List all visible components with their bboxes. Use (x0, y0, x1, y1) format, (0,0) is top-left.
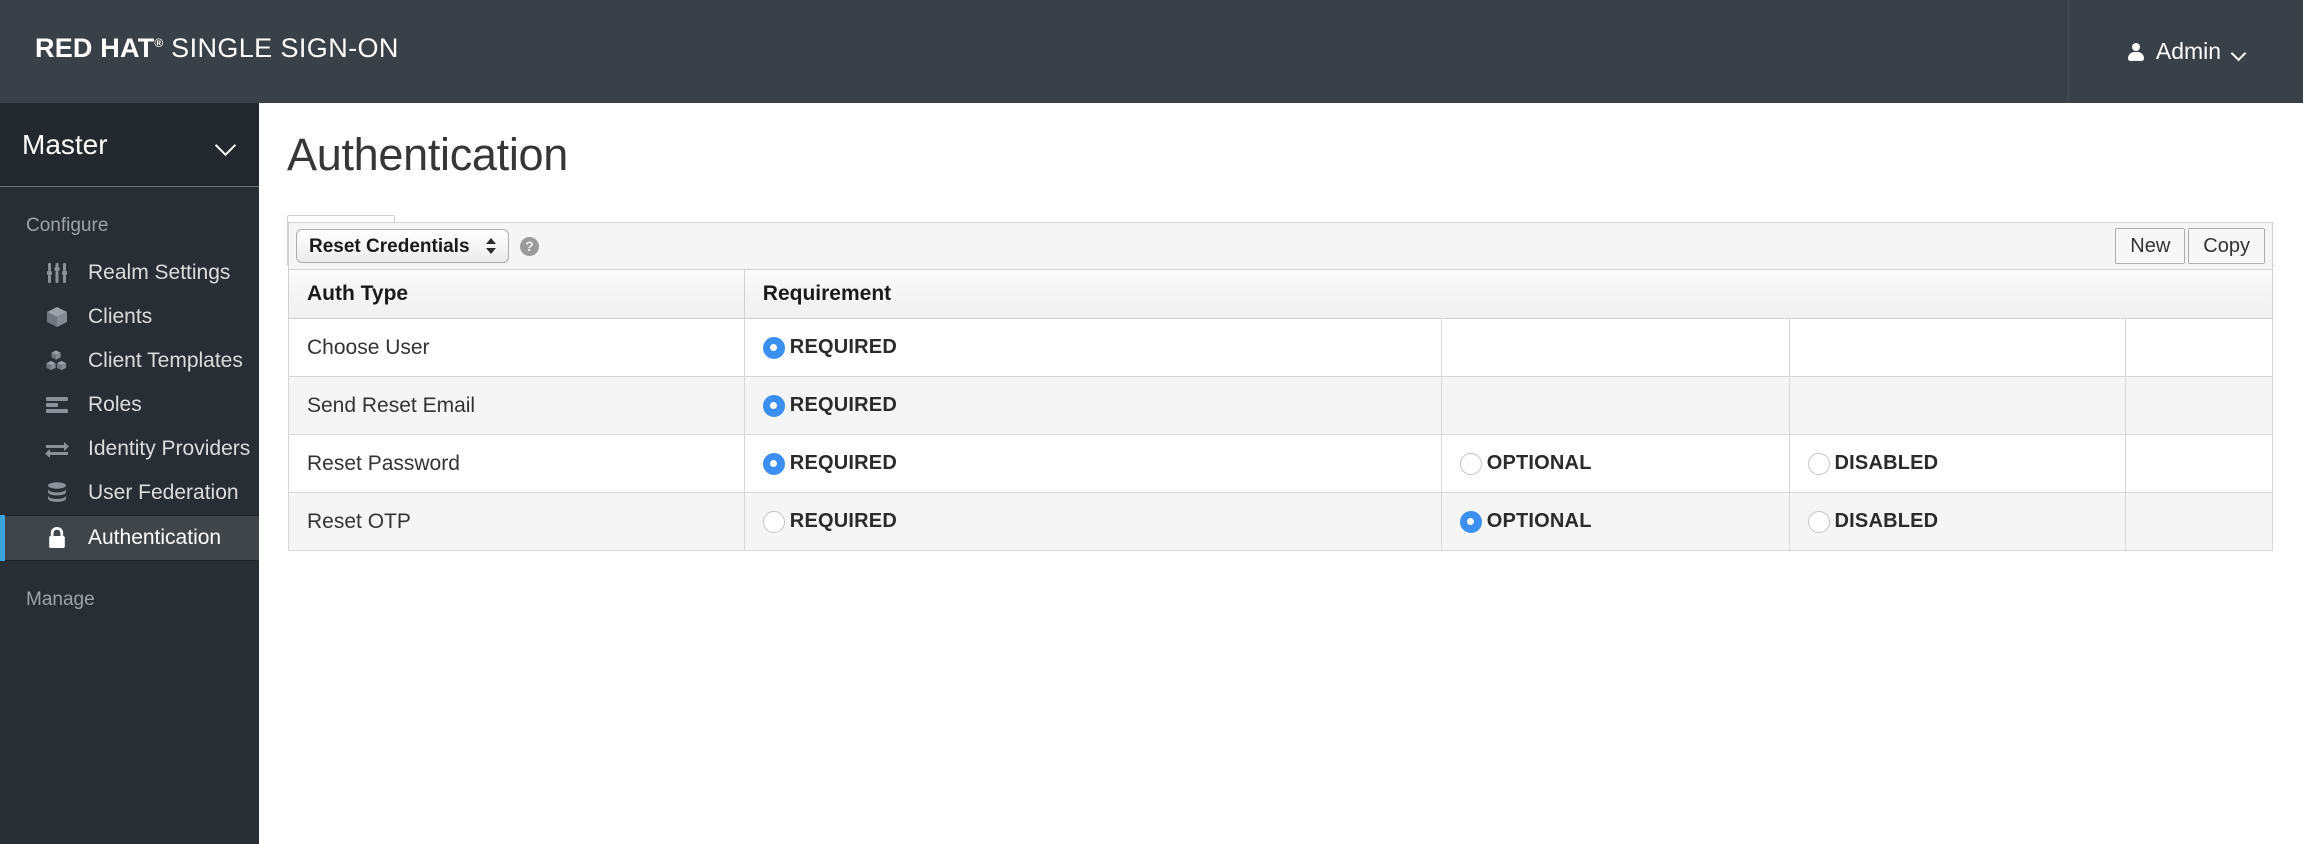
radio-label[interactable]: OPTIONAL (1487, 510, 1592, 533)
sidebar-item-client-templates[interactable]: Client Templates (0, 339, 259, 383)
radio-label[interactable]: OPTIONAL (1487, 452, 1592, 475)
sidebar-section-manage: Manage (26, 589, 95, 610)
radio-label[interactable]: REQUIRED (790, 452, 897, 475)
cubes-icon (44, 348, 70, 374)
requirement-radio-group[interactable]: DISABLED (1807, 510, 2126, 533)
flow-select-wrapper: Reset Credentials (296, 229, 509, 263)
brand-logo: RED HAT® SINGLE SIGN-ON (35, 33, 399, 64)
user-menu-label: Admin (2155, 38, 2222, 64)
requirement-cell (1440, 318, 1790, 377)
table-header-row: Auth Type Requirement (288, 270, 2274, 319)
requirement-cell: DISABLED (1788, 492, 2127, 551)
requirement-cell: OPTIONAL (1440, 434, 1790, 493)
table-row: Reset OTP REQUIRED OPTIONAL DISABLED (288, 492, 2273, 551)
requirement-radio-group[interactable]: OPTIONAL (1459, 510, 1789, 533)
radio-label[interactable]: REQUIRED (790, 394, 897, 417)
sidebar-section-configure: Configure (26, 215, 109, 236)
requirement-cell: REQUIRED (743, 376, 1442, 435)
radio-required-icon[interactable] (762, 510, 785, 533)
sidebar-item-identity-providers[interactable]: Identity Providers (0, 427, 259, 471)
sidebar-item-authentication[interactable]: Authentication (0, 515, 259, 561)
realm-selector[interactable]: Master (0, 103, 259, 187)
lock-icon (44, 525, 70, 551)
brand-redhat-text: RED HAT (35, 33, 155, 63)
requirement-radio-group[interactable]: REQUIRED (762, 452, 1441, 475)
requirement-radio-group[interactable]: DISABLED (1807, 452, 2126, 475)
database-icon (44, 480, 70, 506)
requirement-cell (1788, 318, 2127, 377)
copy-button[interactable]: Copy (2188, 228, 2265, 264)
requirement-radio-group[interactable]: OPTIONAL (1459, 452, 1789, 475)
requirement-cell: DISABLED (1788, 434, 2127, 493)
row-actions-cell (2125, 318, 2273, 377)
row-actions-cell (2125, 376, 2273, 435)
column-header-auth-type: Auth Type (288, 270, 745, 319)
radio-optional-icon[interactable] (1459, 510, 1482, 533)
table-row: Choose User REQUIRED (288, 318, 2273, 377)
sidebar-item-label: Realm Settings (88, 261, 231, 284)
sidebar-item-label: User Federation (88, 481, 239, 504)
row-actions-cell (2125, 434, 2273, 493)
radio-label[interactable]: DISABLED (1835, 510, 1939, 533)
auth-type-cell: Choose User (288, 318, 745, 377)
new-button[interactable]: New (2115, 228, 2186, 264)
requirement-cell: REQUIRED (743, 318, 1442, 377)
requirement-cell: REQUIRED (743, 434, 1442, 493)
radio-disabled-icon[interactable] (1807, 510, 1830, 533)
exchange-arrows-icon (44, 436, 70, 462)
list-bars-icon (44, 392, 70, 418)
page-title: Authentication (287, 129, 569, 180)
user-avatar-icon (2127, 42, 2145, 62)
sidebar-item-label: Clients (88, 305, 153, 328)
row-actions-cell (2125, 492, 2273, 551)
radio-required-icon[interactable] (762, 336, 785, 359)
auth-type-cell: Reset OTP (288, 492, 745, 551)
brand-product-text: SINGLE SIGN-ON (171, 33, 399, 63)
requirement-cell: OPTIONAL (1440, 492, 1790, 551)
radio-required-icon[interactable] (762, 452, 785, 475)
column-header-requirement: Requirement (743, 270, 2274, 319)
chevron-down-icon (2232, 48, 2245, 56)
sidebar-item-user-federation[interactable]: User Federation (0, 471, 259, 515)
sidebar-item-label: Roles (88, 393, 142, 416)
radio-label[interactable]: REQUIRED (790, 510, 897, 533)
radio-required-icon[interactable] (762, 394, 785, 417)
help-icon[interactable]: ? (520, 236, 539, 256)
sidebar-item-label: Authentication (88, 526, 222, 549)
registered-trademark-icon: ® (154, 36, 164, 50)
table-row: Send Reset Email REQUIRED (288, 376, 2273, 435)
flows-table: Auth Type Requirement Choose User REQUIRE… (288, 270, 2274, 551)
cube-icon (44, 304, 70, 330)
requirement-cell: REQUIRED (743, 492, 1442, 551)
auth-type-cell: Send Reset Email (288, 376, 745, 435)
radio-label[interactable]: DISABLED (1835, 452, 1939, 475)
radio-optional-icon[interactable] (1459, 452, 1482, 475)
requirement-radio-group[interactable]: REQUIRED (762, 510, 1441, 533)
sidebar: Master Configure Realm Settings Clients (0, 103, 259, 844)
sidebar-item-roles[interactable]: Roles (0, 383, 259, 427)
sidebar-item-clients[interactable]: Clients (0, 295, 259, 339)
chevron-down-icon (217, 138, 237, 151)
requirement-cell (1440, 376, 1790, 435)
requirement-cell (1788, 376, 2127, 435)
masthead: RED HAT® SINGLE SIGN-ON Admin (0, 0, 2303, 103)
sliders-icon (44, 260, 70, 286)
realm-name-label: Master (22, 128, 108, 160)
radio-disabled-icon[interactable] (1807, 452, 1830, 475)
flow-select[interactable]: Reset Credentials (296, 229, 509, 263)
sidebar-item-label: Client Templates (88, 349, 243, 372)
requirement-radio-group[interactable]: REQUIRED (762, 394, 1441, 417)
sidebar-item-label: Identity Providers (88, 437, 251, 460)
table-row: Reset Password REQUIRED OPTIONAL DISABLED (288, 434, 2273, 493)
user-menu[interactable]: Admin (2068, 0, 2303, 103)
sidebar-item-realm-settings[interactable]: Realm Settings (0, 251, 259, 295)
radio-label[interactable]: REQUIRED (790, 336, 897, 359)
flow-toolbar: Reset Credentials ? New Copy (288, 222, 2273, 270)
requirement-radio-group[interactable]: REQUIRED (762, 336, 1441, 359)
auth-type-cell: Reset Password (288, 434, 745, 493)
